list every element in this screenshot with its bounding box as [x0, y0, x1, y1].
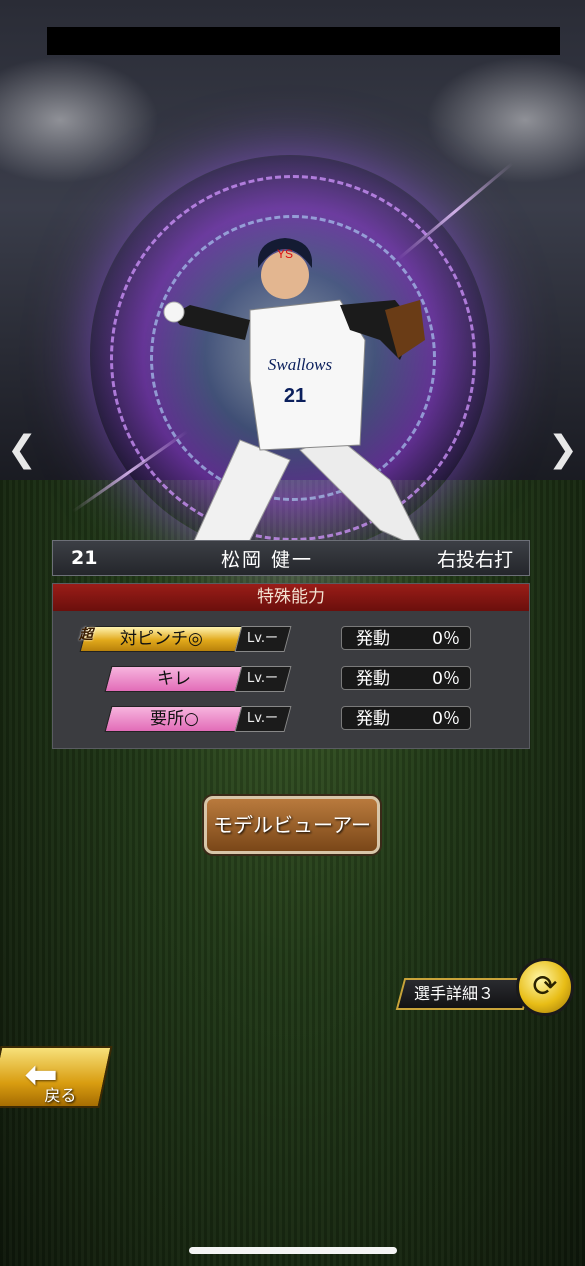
swap-arrows-icon[interactable]: ⟳	[516, 958, 574, 1016]
jersey-number: 21	[284, 385, 306, 407]
ability-activation: 発動 0％	[341, 666, 471, 690]
ability-row[interactable]: 要所○ Lv.ー 発動 0％	[53, 706, 531, 732]
player-name: 松岡 健一	[220, 548, 314, 571]
player-handedness: 右投右打	[436, 548, 513, 571]
svg-text:YS: YS	[277, 247, 293, 261]
ability-activation: 発動 0％	[341, 626, 471, 650]
ability-activation: 発動 0％	[341, 706, 471, 730]
player-info-bar: 21 松岡 健一 右投右打	[52, 540, 530, 576]
ability-level: Lv.ー	[234, 666, 292, 692]
next-player-arrow[interactable]: ❯	[546, 430, 580, 470]
back-button[interactable]: ⬅ 戻る	[0, 1046, 113, 1108]
ability-level: Lv.ー	[234, 626, 292, 652]
ability-row[interactable]: 対ピンチ◎ 超 Lv.ー 発動 0％	[53, 626, 531, 652]
player-detail-label: 選手詳細３	[414, 984, 495, 1003]
activation-label: 発動	[356, 629, 390, 649]
player-image: YS Swallows 21	[163, 238, 427, 552]
player-number: 21	[71, 547, 98, 569]
model-viewer-button[interactable]: モデルビューアー	[204, 796, 380, 854]
ability-name-badge: 対ピンチ◎	[79, 626, 244, 652]
activation-value: 0％	[432, 709, 460, 729]
special-abilities-panel: 特殊能力 対ピンチ◎ 超 Lv.ー 発動 0％ キレ Lv.ー 発動 0％ 要所…	[52, 583, 530, 749]
ability-name-badge: キレ	[104, 666, 244, 692]
ability-level-text: Lv.ー	[247, 631, 279, 646]
prev-player-arrow[interactable]: ❮	[5, 430, 39, 470]
activation-value: 0％	[432, 629, 460, 649]
abilities-title: 特殊能力	[53, 584, 529, 611]
ability-level-text: Lv.ー	[247, 671, 279, 686]
back-label: 戻る	[44, 1086, 77, 1105]
ability-level: Lv.ー	[234, 706, 292, 732]
jersey-logo: Swallows	[268, 355, 333, 374]
ability-name-badge: 要所○	[104, 706, 244, 732]
activation-label: 発動	[356, 669, 390, 689]
ability-name: 要所○	[149, 709, 199, 729]
player-detail-tab[interactable]: 選手詳細３	[395, 978, 533, 1010]
ability-name: 対ピンチ◎	[120, 629, 203, 649]
ability-row[interactable]: キレ Lv.ー 発動 0％	[53, 666, 531, 692]
super-badge: 超	[79, 627, 93, 643]
ability-level-text: Lv.ー	[247, 711, 279, 726]
activation-value: 0％	[432, 669, 460, 689]
status-bar-mask	[47, 27, 560, 55]
ability-name: キレ	[157, 669, 191, 689]
activation-label: 発動	[356, 709, 390, 729]
home-indicator[interactable]	[189, 1247, 397, 1254]
